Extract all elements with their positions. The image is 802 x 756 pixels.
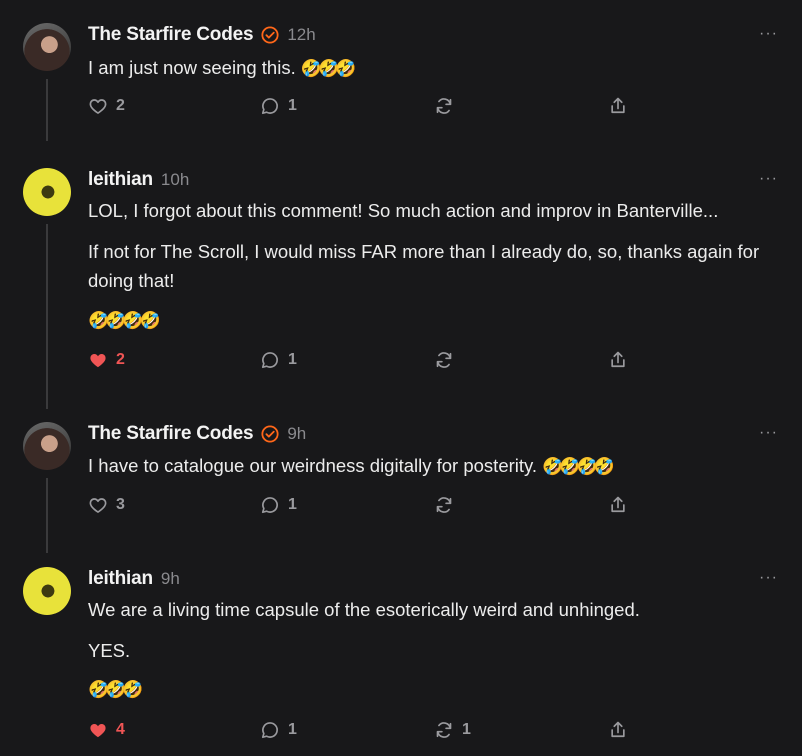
like-button[interactable]: 2	[88, 350, 125, 370]
thread-line	[46, 224, 48, 409]
heart-icon	[89, 498, 107, 513]
heart-icon	[90, 724, 106, 738]
like-count: 3	[116, 496, 125, 513]
action-bar: 4 1 1	[88, 720, 648, 744]
comment-bubble-icon	[261, 497, 278, 514]
ellipsis-icon[interactable]: ···	[759, 170, 778, 188]
author-name[interactable]: The Starfire Codes	[88, 423, 254, 445]
reply-count: 1	[288, 496, 297, 513]
comment-text: We are a living time capsule of the esot…	[88, 599, 640, 620]
timestamp[interactable]: 12h	[287, 25, 315, 45]
comment-text: LOL, I forgot about this comment! So muc…	[88, 200, 719, 221]
comment-text: I have to catalogue our weirdness digita…	[88, 455, 538, 476]
like-count: 4	[116, 721, 125, 738]
comment-body: I have to catalogue our weirdness digita…	[88, 451, 788, 481]
timestamp[interactable]: 9h	[287, 424, 306, 444]
share-button[interactable]	[608, 495, 628, 515]
author-name[interactable]: leithian	[88, 169, 153, 191]
heart-icon	[89, 99, 107, 114]
comment-text: I am just now seeing this.	[88, 57, 296, 78]
timestamp[interactable]: 9h	[161, 569, 180, 589]
comment-bubble-icon	[261, 98, 278, 115]
reply-button[interactable]: 1	[260, 720, 297, 740]
like-count: 2	[116, 351, 125, 368]
share-upload-icon	[611, 351, 625, 368]
action-bar: 2 1	[88, 96, 648, 120]
comment-bubble-icon	[261, 352, 278, 369]
share-button[interactable]	[608, 720, 628, 740]
emoji: 🤣🤣🤣	[300, 59, 356, 78]
timestamp[interactable]: 10h	[161, 170, 189, 190]
comment: leithian 10h ··· LOL, I forgot about thi…	[0, 168, 802, 409]
like-button[interactable]: 3	[88, 495, 125, 515]
comment: The Starfire Codes 12h ··· I am just now…	[0, 23, 802, 141]
restack-button[interactable]	[434, 350, 462, 370]
restack-arrows-icon	[436, 352, 452, 368]
reply-button[interactable]: 1	[260, 350, 297, 370]
reply-count: 1	[288, 721, 297, 738]
like-count: 2	[116, 97, 125, 114]
author-name[interactable]: leithian	[88, 568, 153, 590]
reply-button[interactable]: 1	[260, 495, 297, 515]
restack-arrows-icon	[436, 98, 452, 114]
avatar[interactable]	[23, 168, 71, 216]
restack-arrows-icon	[436, 722, 452, 738]
restack-button[interactable]	[434, 495, 462, 515]
thread-line	[46, 79, 48, 141]
avatar[interactable]	[23, 567, 71, 615]
comment-body: I am just now seeing this. 🤣🤣🤣	[88, 53, 788, 83]
share-upload-icon	[611, 97, 625, 114]
comment-header: The Starfire Codes 9h	[88, 422, 306, 446]
reply-button[interactable]: 1	[260, 96, 297, 116]
emoji: 🤣🤣🤣🤣	[88, 311, 161, 330]
comment-bubble-icon	[261, 722, 278, 739]
restack-arrows-icon	[436, 497, 452, 513]
share-upload-icon	[611, 496, 625, 513]
comment-text: YES.	[88, 640, 131, 661]
restack-button[interactable]	[434, 96, 462, 116]
comment-header: leithian 9h	[88, 567, 180, 591]
ellipsis-icon[interactable]: ···	[759, 569, 778, 587]
like-button[interactable]: 2	[88, 96, 125, 116]
restack-count: 1	[462, 721, 471, 738]
comment-header: The Starfire Codes 12h	[88, 23, 316, 47]
comment: The Starfire Codes 9h ··· I have to cata…	[0, 422, 802, 553]
avatar[interactable]	[23, 422, 71, 470]
like-button[interactable]: 4	[88, 720, 125, 740]
action-bar: 2 1	[88, 350, 648, 374]
share-button[interactable]	[608, 350, 628, 370]
comment: leithian 9h ··· We are a living time cap…	[0, 567, 802, 756]
reply-count: 1	[288, 351, 297, 368]
reply-count: 1	[288, 97, 297, 114]
comment-header: leithian 10h	[88, 168, 189, 192]
heart-icon	[90, 354, 106, 368]
verified-badge-icon	[261, 26, 279, 44]
avatar[interactable]	[23, 23, 71, 71]
emoji: 🤣🤣🤣🤣	[542, 457, 615, 476]
share-upload-icon	[611, 721, 625, 738]
ellipsis-icon[interactable]: ···	[759, 424, 778, 442]
comment-text: If not for The Scroll, I would miss FAR …	[88, 241, 760, 291]
ellipsis-icon[interactable]: ···	[759, 25, 778, 43]
verified-badge-icon	[261, 425, 279, 443]
action-bar: 3 1	[88, 495, 648, 519]
emoji: 🤣🤣🤣	[88, 680, 144, 699]
share-button[interactable]	[608, 96, 628, 116]
author-name[interactable]: The Starfire Codes	[88, 24, 254, 46]
restack-button[interactable]: 1	[434, 720, 471, 740]
thread-line	[46, 478, 48, 553]
